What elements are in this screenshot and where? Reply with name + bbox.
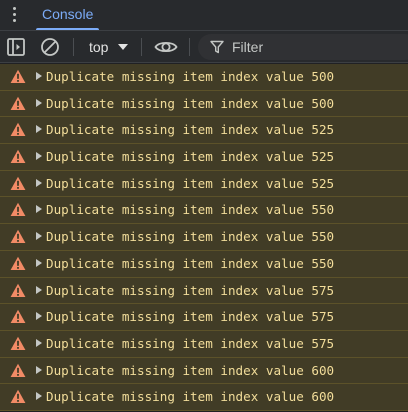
kebab-dot [13,13,16,16]
more-options-icon[interactable] [8,6,22,24]
expand-caret-icon[interactable] [36,72,42,80]
tab-console[interactable]: Console [30,0,105,30]
console-message-warning[interactable]: Duplicate missing item index value 550 [0,224,408,251]
kebab-dot [13,7,16,10]
console-message-warning[interactable]: Duplicate missing item index value 525 [0,170,408,198]
console-message-warning[interactable]: Duplicate missing item index value 600 [0,357,408,385]
tab-console-label: Console [42,6,94,22]
console-message-text: Duplicate missing item index value 525 [46,149,335,165]
console-message-text: Duplicate missing item index value 600 [46,389,335,405]
console-message-warning[interactable]: Duplicate missing item index value 525 [0,144,408,171]
warning-triangle-icon [10,123,26,137]
console-message-warning[interactable]: Duplicate missing item index value 500 [0,90,408,118]
expand-caret-icon[interactable] [36,232,42,241]
console-message-warning[interactable]: Duplicate missing item index value 500 [0,64,408,91]
expand-caret-icon[interactable] [36,152,42,161]
eye-icon [154,41,178,53]
show-sidebar-button[interactable] [5,35,27,59]
expand-caret-icon[interactable] [36,365,42,374]
warning-triangle-icon [10,256,26,270]
expand-caret-icon[interactable] [36,392,42,401]
devtools-panel: Console top Filter Duplicate missing ite… [0,0,408,412]
toolbar-divider [189,38,190,56]
warning-triangle-icon [10,149,26,164]
console-message-warning[interactable]: Duplicate missing item index value 525 [0,117,408,145]
console-message-text: Duplicate missing item index value 525 [46,175,335,191]
warning-triangle-icon [10,229,26,244]
console-message-text: Duplicate missing item index value 575 [46,335,335,351]
warning-triangle-icon [10,176,26,190]
live-expression-button[interactable] [153,35,179,59]
warning-triangle-icon [10,283,26,297]
filter-icon [210,40,224,54]
tab-strip: Console [0,0,408,30]
filter-input[interactable] [232,35,402,59]
warning-triangle-icon [10,309,26,324]
console-message-text: Duplicate missing item index value 600 [46,362,335,378]
console-message-text: Duplicate missing item index value 575 [46,282,335,298]
expand-caret-icon[interactable] [36,258,42,267]
console-message-text: Duplicate missing item index value 550 [46,255,335,271]
warning-triangle-icon [10,336,26,350]
toolbar-divider [73,38,74,56]
expand-caret-icon[interactable] [36,125,42,134]
console-toolbar: top [0,30,408,63]
expand-caret-icon[interactable] [36,312,42,321]
sidebar-toggle-icon [7,38,25,56]
expand-caret-icon[interactable] [36,178,42,187]
console-message-warning[interactable]: Duplicate missing item index value 550 [0,197,408,225]
warning-triangle-icon [10,203,26,217]
toolbar-divider [141,38,142,56]
kebab-dot [13,19,16,22]
console-message-text: Duplicate missing item index value 550 [46,229,335,245]
console-message-warning[interactable]: Duplicate missing item index value 575 [0,277,408,305]
expand-caret-icon[interactable] [36,98,42,107]
console-message-text: Duplicate missing item index value 575 [46,309,335,325]
console-message-text: Duplicate missing item index value 500 [46,69,335,84]
dropdown-arrow-icon [118,44,128,50]
context-selector-value: top [89,39,109,55]
warning-triangle-icon [10,69,26,83]
console-messages: Duplicate missing item index value 500 D… [0,64,408,412]
expand-caret-icon[interactable] [36,205,42,214]
expand-caret-icon[interactable] [36,285,42,294]
expand-caret-icon[interactable] [36,338,42,347]
clear-console-button[interactable] [38,35,62,59]
console-message-text: Duplicate missing item index value 525 [46,122,335,138]
console-message-text: Duplicate missing item index value 550 [46,202,335,218]
console-message-warning[interactable]: Duplicate missing item index value 575 [0,304,408,331]
warning-triangle-icon [10,363,26,377]
console-message-text: Duplicate missing item index value 500 [46,95,335,111]
warning-triangle-icon [10,390,26,404]
console-message-warning[interactable]: Duplicate missing item index value 600 [0,384,408,411]
console-message-warning[interactable]: Duplicate missing item index value 575 [0,330,408,358]
warning-triangle-icon [10,96,26,110]
filter-box[interactable] [198,34,408,60]
console-message-warning[interactable]: Duplicate missing item index value 550 [0,250,408,278]
block-icon [41,38,59,56]
